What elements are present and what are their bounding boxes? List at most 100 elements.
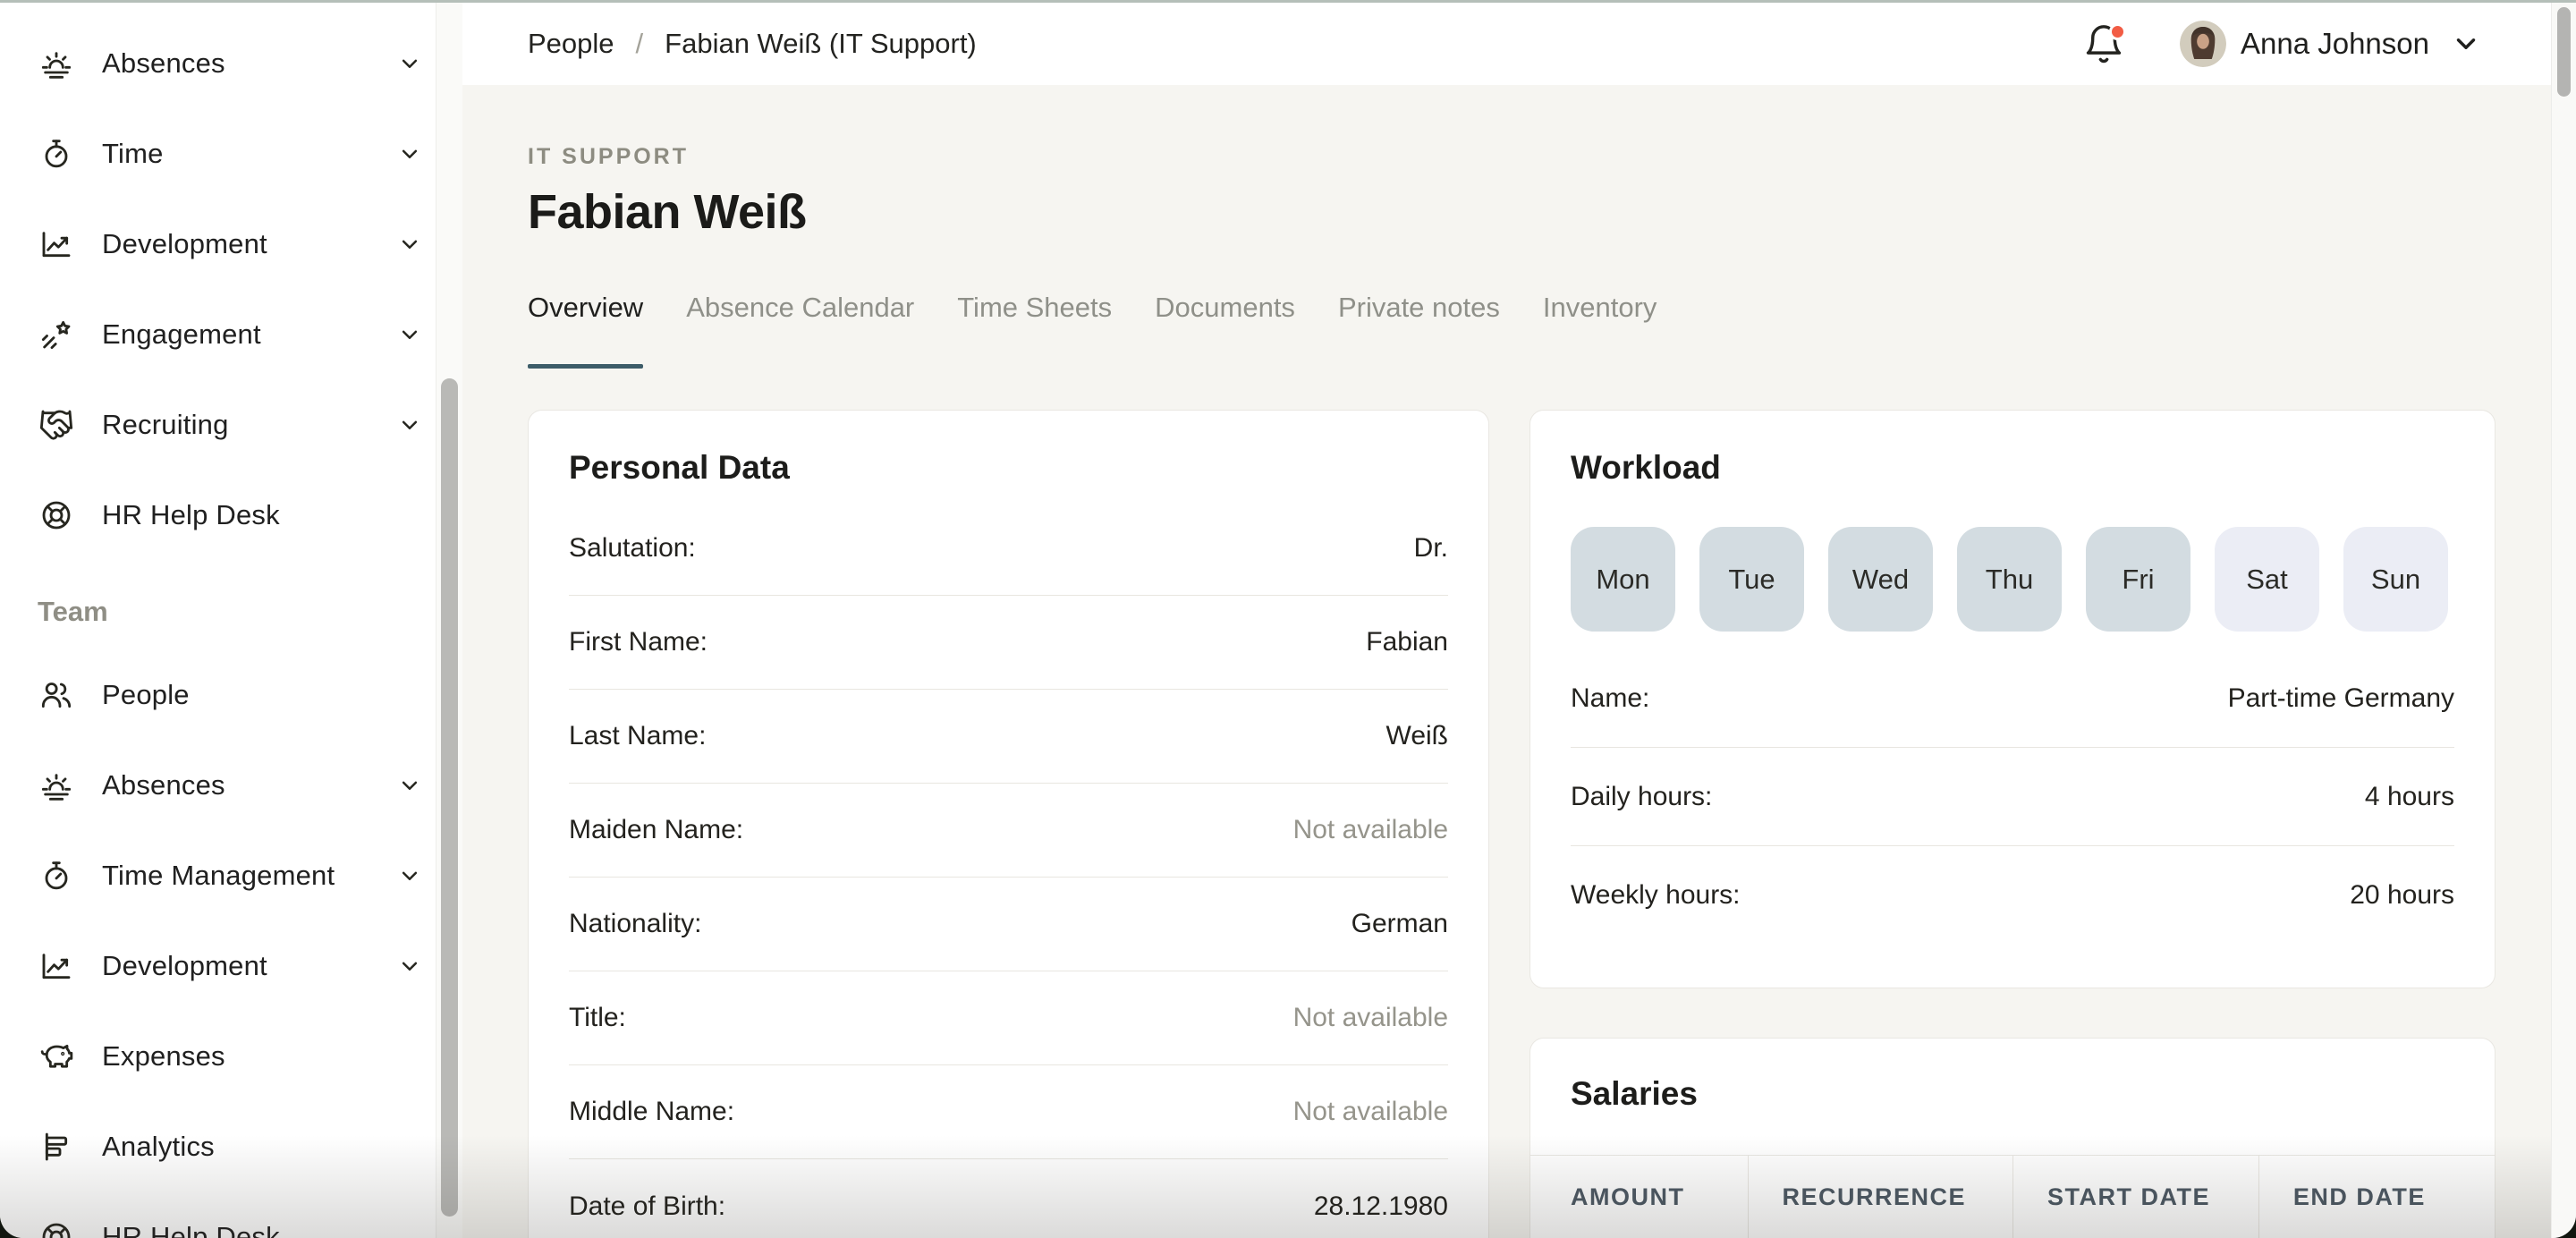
- sidebar-item-time[interactable]: Time: [0, 108, 462, 199]
- card-title: Personal Data: [569, 448, 1448, 488]
- tab-time-sheets[interactable]: Time Sheets: [957, 291, 1112, 369]
- sunrise-icon: [38, 767, 75, 804]
- sidebar: Absences Time Development: [0, 3, 462, 1238]
- sidebar-section-team: Team: [0, 587, 462, 637]
- workload-rows: Name: Part-time Germany Daily hours: 4 h…: [1571, 649, 2454, 945]
- user-name[interactable]: Anna Johnson: [2241, 27, 2429, 61]
- sidebar-item-label: Engagement: [102, 318, 261, 351]
- table-row: Middle Name: Not available: [569, 1065, 1448, 1159]
- day-chip-sat[interactable]: Sat: [2215, 527, 2319, 632]
- tab-inventory[interactable]: Inventory: [1543, 291, 1657, 369]
- trend-chart-icon: [38, 947, 75, 985]
- sidebar-main-nav: Absences Time Development: [0, 3, 462, 1238]
- main-content: IT SUPPORT Fabian Weiß Overview Absence …: [462, 85, 2551, 1238]
- day-chip-wed[interactable]: Wed: [1828, 527, 1933, 632]
- day-chip-sun[interactable]: Sun: [2343, 527, 2448, 632]
- card-title: Salaries: [1571, 1074, 2454, 1114]
- user-cluster: Anna Johnson: [2083, 21, 2481, 67]
- sidebar-item-time-management[interactable]: Time Management: [0, 830, 462, 920]
- notification-dot: [2109, 23, 2126, 40]
- workload-day-chips: Mon Tue Wed Thu Fri Sat Sun: [1571, 527, 2454, 632]
- personal-data-card: Personal Data Salutation: Dr. First Name…: [528, 410, 1489, 1238]
- table-row: First Name: Fabian: [569, 596, 1448, 690]
- table-row: Daily hours: 4 hours: [1571, 748, 2454, 846]
- salaries-card: Salaries AMOUNT RECURRENCE START DATE EN…: [1530, 1038, 2496, 1238]
- tab-documents[interactable]: Documents: [1155, 291, 1295, 369]
- topbar: People / Fabian Weiß (IT Support) Anna J…: [462, 3, 2551, 85]
- shooting-star-icon: [38, 316, 75, 353]
- notifications-button[interactable]: [2083, 22, 2124, 65]
- sidebar-item-label: HR Help Desk: [102, 1221, 280, 1238]
- sidebar-item-absences[interactable]: Absences: [0, 18, 462, 108]
- sidebar-scrollbar-thumb[interactable]: [441, 378, 458, 1217]
- sidebar-item-team-development[interactable]: Development: [0, 920, 462, 1011]
- sidebar-item-development[interactable]: Development: [0, 199, 462, 289]
- breadcrumb-separator: /: [636, 28, 644, 60]
- sidebar-item-label: Development: [102, 228, 267, 260]
- sidebar-item-label: People: [102, 679, 190, 711]
- tab-absence-calendar[interactable]: Absence Calendar: [686, 291, 914, 369]
- sidebar-item-hr-help-desk[interactable]: HR Help Desk: [0, 470, 462, 560]
- sidebar-scrollbar-track: [436, 3, 462, 1238]
- user-avatar[interactable]: [2180, 21, 2226, 67]
- handshake-icon: [38, 406, 75, 444]
- day-chip-fri[interactable]: Fri: [2086, 527, 2190, 632]
- sidebar-item-label: Analytics: [102, 1131, 215, 1163]
- table-row: Date of Birth: 28.12.1980: [569, 1159, 1448, 1238]
- card-title: Workload: [1571, 448, 2454, 488]
- breadcrumb-people-link[interactable]: People: [528, 28, 614, 60]
- chevron-down-icon[interactable]: [2451, 29, 2481, 59]
- trend-chart-icon: [38, 225, 75, 263]
- workload-card: Workload Mon Tue Wed Thu Fri Sat Sun Nam…: [1530, 410, 2496, 988]
- overview-content: Personal Data Salutation: Dr. First Name…: [528, 410, 2496, 1238]
- sidebar-item-engagement[interactable]: Engagement: [0, 289, 462, 379]
- window-top-edge: [0, 0, 2576, 3]
- sidebar-item-team-absences[interactable]: Absences: [0, 740, 462, 830]
- table-row: Nationality: German: [569, 878, 1448, 971]
- sidebar-item-label: Absences: [102, 769, 225, 801]
- breadcrumb-current: Fabian Weiß (IT Support): [665, 28, 977, 60]
- life-buoy-icon: [38, 1218, 75, 1238]
- page-title: Fabian Weiß: [528, 183, 2496, 241]
- sidebar-item-expenses[interactable]: Expenses: [0, 1011, 462, 1101]
- table-row: Weekly hours: 20 hours: [1571, 846, 2454, 945]
- personal-data-rows: Salutation: Dr. First Name: Fabian Last …: [569, 502, 1448, 1238]
- tab-private-notes[interactable]: Private notes: [1338, 291, 1500, 369]
- table-row: Last Name: Weiß: [569, 690, 1448, 784]
- breadcrumb: People / Fabian Weiß (IT Support): [528, 28, 977, 60]
- page-scrollbar-thumb[interactable]: [2557, 7, 2571, 97]
- sidebar-team-nav: People Absences Time Management: [0, 649, 462, 1238]
- chevron-down-icon: [396, 231, 423, 258]
- day-chip-tue[interactable]: Tue: [1699, 527, 1804, 632]
- table-row: Name: Part-time Germany: [1571, 649, 2454, 748]
- sidebar-item-label: Development: [102, 950, 267, 982]
- sidebar-item-label: Absences: [102, 47, 225, 80]
- sidebar-item-label: Time: [102, 138, 164, 170]
- sidebar-item-team-hr-help-desk[interactable]: HR Help Desk: [0, 1191, 462, 1238]
- profile-tabs: Overview Absence Calendar Time Sheets Do…: [528, 291, 2496, 369]
- table-row: Title: Not available: [569, 971, 1448, 1065]
- sidebar-item-label: Time Management: [102, 860, 335, 892]
- sidebar-item-people[interactable]: People: [0, 649, 462, 740]
- sidebar-item-analytics[interactable]: Analytics: [0, 1101, 462, 1191]
- chevron-down-icon: [396, 50, 423, 77]
- employee-department: IT SUPPORT: [528, 142, 2496, 171]
- piggy-bank-icon: [38, 1038, 75, 1075]
- column-header-amount: AMOUNT: [1530, 1156, 1748, 1238]
- tab-overview[interactable]: Overview: [528, 291, 643, 369]
- sidebar-item-label: Recruiting: [102, 409, 229, 441]
- table-row: Salutation: Dr.: [569, 502, 1448, 596]
- day-chip-mon[interactable]: Mon: [1571, 527, 1675, 632]
- column-header-start-date: START DATE: [2012, 1156, 2258, 1238]
- sidebar-item-label: Expenses: [102, 1040, 225, 1073]
- chevron-down-icon: [396, 772, 423, 799]
- sunrise-icon: [38, 45, 75, 82]
- salaries-table: AMOUNT RECURRENCE START DATE END DATE: [1530, 1155, 2495, 1238]
- chevron-down-icon: [396, 411, 423, 438]
- chevron-down-icon: [396, 953, 423, 979]
- app-window: Absences Time Development: [0, 0, 2576, 1238]
- sidebar-item-recruiting[interactable]: Recruiting: [0, 379, 462, 470]
- chevron-down-icon: [396, 140, 423, 167]
- day-chip-thu[interactable]: Thu: [1957, 527, 2062, 632]
- chevron-down-icon: [396, 862, 423, 889]
